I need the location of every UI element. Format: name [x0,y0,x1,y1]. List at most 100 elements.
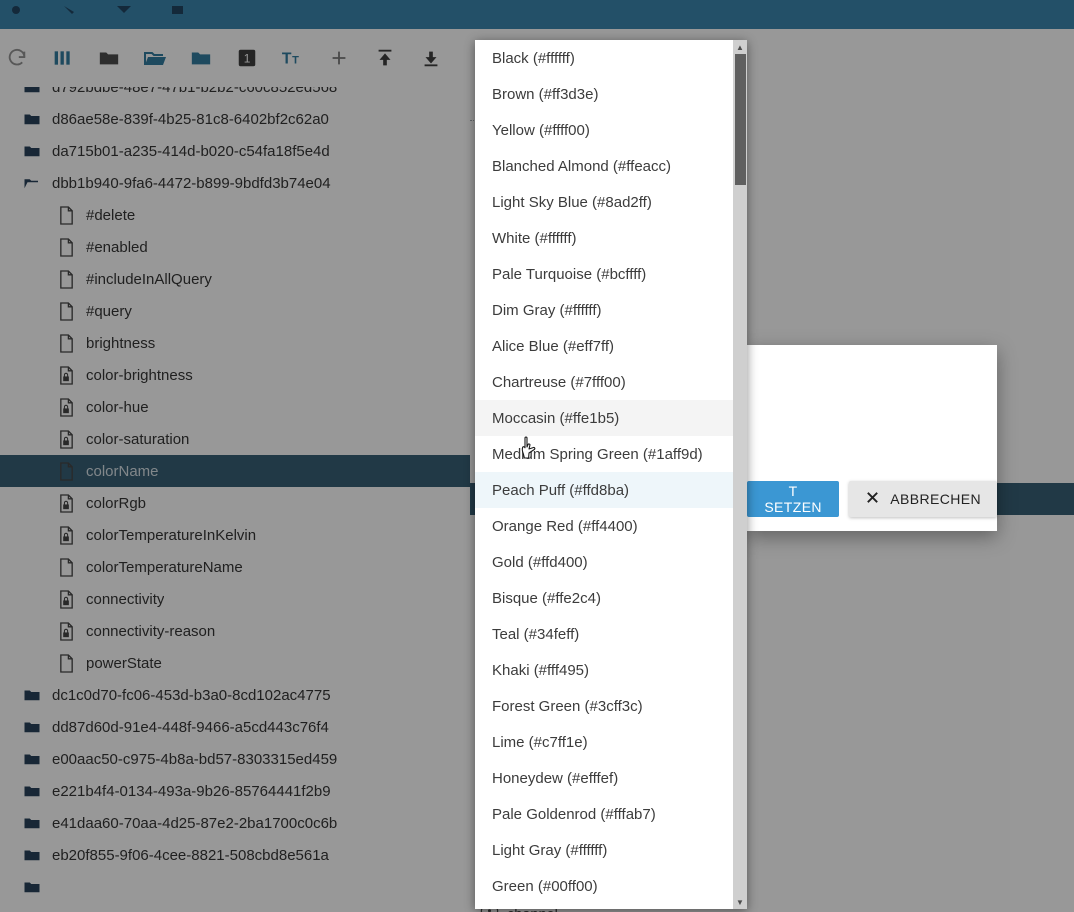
dropdown-option[interactable]: Gold (#ffd400) [475,544,733,580]
object-tree[interactable]: d792bdbe-48e7-47b1-b2b2-c60c852ed568 d86a… [0,87,470,912]
set-value-button[interactable]: T SETZEN [747,481,839,517]
cancel-button-label: ABBRECHEN [890,491,981,507]
dropdown-option[interactable]: Dim Gray (#ffffff) [475,292,733,328]
svg-text:T: T [292,55,299,67]
dropdown-option[interactable]: Green (#00ff00) [475,868,733,904]
tree-item[interactable]: d792bdbe-48e7-47b1-b2b2-c60c852ed568 [0,87,470,103]
dropdown-scrollbar[interactable]: ▲ ▼ [733,40,747,909]
download-icon[interactable] [408,35,454,81]
tree-item[interactable]: brightness [0,327,470,359]
folder-filled-icon[interactable] [178,35,224,81]
tree-item[interactable]: color-hue [0,391,470,423]
scroll-up-arrow-icon[interactable]: ▲ [733,40,747,54]
dropdown-option[interactable]: Orange Red (#ff4400) [475,508,733,544]
folder-closed-icon[interactable] [86,35,132,81]
dropdown-option[interactable]: Alice Blue (#eff7ff) [475,328,733,364]
dropdown-option-label: Moccasin (#ffe1b5) [492,410,619,427]
tree-item[interactable]: e41daa60-70aa-4d25-87e2-2ba1700c0c6b [0,807,470,839]
dropdown-option-label: Dim Gray (#ffffff) [492,302,601,319]
dropdown-option[interactable]: Brown (#ff3d3e) [475,76,733,112]
folder-open-icon [22,173,42,193]
dropdown-option-label: Bisque (#ffe2c4) [492,590,601,607]
dropdown-option[interactable]: Bisque (#ffe2c4) [475,580,733,616]
folder-icon [22,141,42,161]
tree-item[interactable]: colorRgb [0,487,470,519]
refresh-icon[interactable] [0,35,40,81]
tree-item-label: connectivity [86,591,164,608]
folder-open-icon[interactable] [132,35,178,81]
folder-icon [22,749,42,769]
tree-item[interactable]: dbb1b940-9fa6-4472-b899-9bdfd3b74e04 [0,167,470,199]
dropdown-option[interactable]: Teal (#34feff) [475,616,733,652]
back-chevron-icon[interactable] [60,5,80,25]
tree-item-label: #query [86,303,132,320]
dropdown-option[interactable]: Pale Turquoise (#bcffff) [475,256,733,292]
tree-item-label: e221b4f4-0134-493a-9b26-85764441f2b9 [52,783,331,800]
tree-item-label: d86ae58e-839f-4b25-81c8-6402bf2c62a0 [52,111,329,128]
dropdown-option[interactable]: Honeydew (#efffef) [475,760,733,796]
tree-item[interactable]: dc1c0d70-fc06-453d-b3a0-8cd102ac4775 [0,679,470,711]
tree-item[interactable]: color-saturation [0,423,470,455]
add-icon[interactable] [316,35,362,81]
menu-icon[interactable] [6,5,26,25]
tree-item-label: #enabled [86,239,148,256]
tree-item[interactable]: e221b4f4-0134-493a-9b26-85764441f2b9 [0,775,470,807]
dropdown-option[interactable]: Khaki (#fff495) [475,652,733,688]
tree-item[interactable] [0,871,470,903]
tree-item[interactable]: #includeInAllQuery [0,263,470,295]
expand-chevron-icon[interactable] [114,5,134,25]
tree-item-label: colorTemperatureInKelvin [86,527,256,544]
topbar-icon-group [0,0,188,29]
tree-item[interactable]: colorTemperatureName [0,551,470,583]
tree-item-label: eb20f855-9f06-4cee-8821-508cbd8e561a [52,847,329,864]
stop-square-icon[interactable] [168,5,188,25]
dropdown-option[interactable]: Blanched Almond (#ffeacc) [475,148,733,184]
app-root: 1 T T d792b [0,0,1074,912]
tree-item[interactable]: #enabled [0,231,470,263]
dropdown-option[interactable]: Light Gray (#ffffff) [475,832,733,868]
dropdown-option[interactable]: Forest Green (#3cff3c) [475,688,733,724]
dropdown-option-label: Orange Red (#ff4400) [492,518,638,535]
dropdown-option[interactable]: Chartreuse (#7fff00) [475,364,733,400]
dropdown-option[interactable]: Light Sky Blue (#8ad2ff) [475,184,733,220]
columns-icon[interactable] [40,35,86,81]
tree-item[interactable]: powerState [0,647,470,679]
scroll-down-arrow-icon[interactable]: ▼ [733,895,747,909]
text-size-icon[interactable]: T T [270,35,316,81]
dropdown-option-list[interactable]: Black (#ffffff)Brown (#ff3d3e)Yellow (#f… [475,40,733,909]
tree-item[interactable]: eb20f855-9f06-4cee-8821-508cbd8e561a [0,839,470,871]
dropdown-option[interactable]: Moccasin (#ffe1b5) [475,400,733,436]
file-lock-icon [56,621,76,641]
file-lock-icon [56,429,76,449]
file-icon [56,333,76,353]
tree-item[interactable]: connectivity-reason [0,615,470,647]
dropdown-option[interactable]: Lime (#c7ff1e) [475,724,733,760]
dropdown-option[interactable]: Peach Puff (#ffd8ba) [475,472,733,508]
cancel-button[interactable]: ABBRECHEN [849,481,997,517]
tree-item[interactable]: connectivity [0,583,470,615]
tree-item-label: brightness [86,335,155,352]
tree-item[interactable]: #delete [0,199,470,231]
set-value-dialog: T SETZEN ABBRECHEN [747,345,997,531]
tree-item[interactable]: e00aac50-c975-4b8a-bd57-8303315ed459 [0,743,470,775]
tree-item[interactable]: d86ae58e-839f-4b25-81c8-6402bf2c62a0 [0,103,470,135]
tree-item[interactable]: colorName [0,455,470,487]
tree-item[interactable]: colorTemperatureInKelvin [0,519,470,551]
tree-item[interactable]: #query [0,295,470,327]
tree-item[interactable]: color-brightness [0,359,470,391]
dropdown-option-label: Pale Goldenrod (#fffab7) [492,806,656,823]
tree-item-label: powerState [86,655,162,672]
expand-level-1-icon[interactable]: 1 [224,35,270,81]
folder-icon [22,109,42,129]
dropdown-option[interactable]: White (#ffffff) [475,220,733,256]
color-name-dropdown[interactable]: Black (#ffffff)Brown (#ff3d3e)Yellow (#f… [475,40,747,909]
file-lock-icon [56,493,76,513]
dropdown-option[interactable]: Medium Spring Green (#1aff9d) [475,436,733,472]
dropdown-option[interactable]: Pale Goldenrod (#fffab7) [475,796,733,832]
tree-item[interactable]: da715b01-a235-414d-b020-c54fa18f5e4d [0,135,470,167]
dropdown-option[interactable]: Black (#ffffff) [475,40,733,76]
dropdown-option[interactable]: Yellow (#ffff00) [475,112,733,148]
tree-item[interactable]: dd87d60d-91e4-448f-9466-a5cd443c76f4 [0,711,470,743]
upload-icon[interactable] [362,35,408,81]
scrollbar-thumb[interactable] [735,54,746,185]
